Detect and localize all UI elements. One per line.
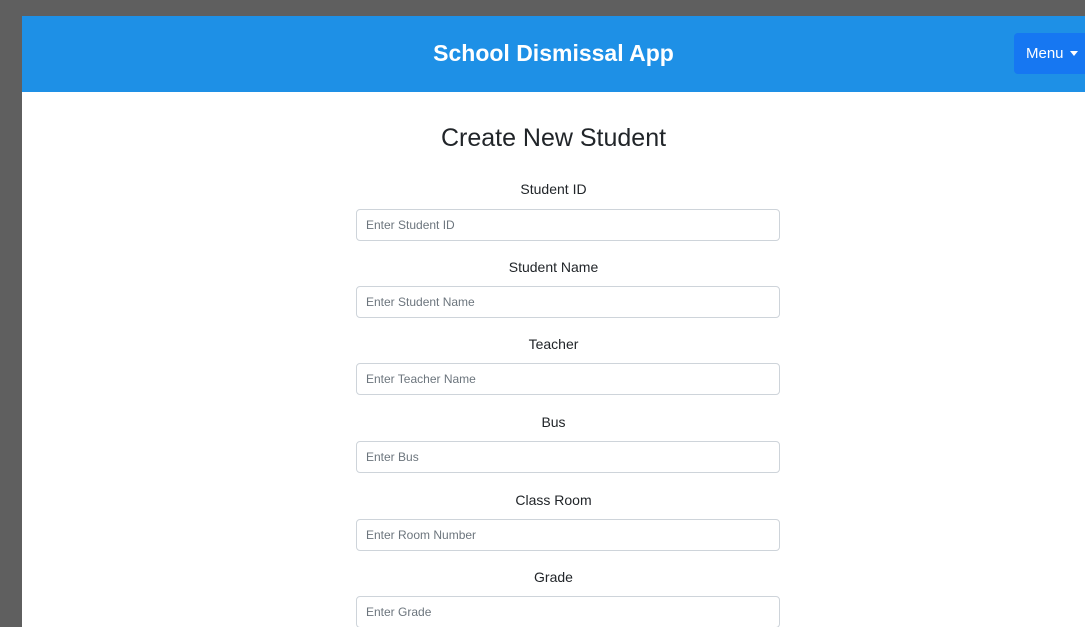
menu-button[interactable]: Menu [1014,33,1085,74]
student-name-input[interactable] [356,286,780,318]
student-name-label: Student Name [508,259,599,275]
app-window: School Dismissal App Menu Create New Stu… [22,16,1085,627]
navbar: School Dismissal App Menu [22,16,1085,92]
grade-label: Grade [534,569,573,585]
bus-input[interactable] [356,441,780,473]
bus-label: Bus [541,414,566,430]
grade-input[interactable] [356,596,780,627]
teacher-input[interactable] [356,363,780,395]
caret-down-icon [1069,51,1078,56]
menu-label: Menu [1026,45,1064,62]
class-room-label: Class Room [515,492,592,508]
app-title: School Dismissal App [433,40,674,66]
page-title: Create New Student [440,124,667,152]
teacher-label: Teacher [528,336,579,352]
class-room-input[interactable] [356,519,780,551]
student-id-input[interactable] [356,209,780,241]
student-id-label: Student ID [520,181,587,197]
